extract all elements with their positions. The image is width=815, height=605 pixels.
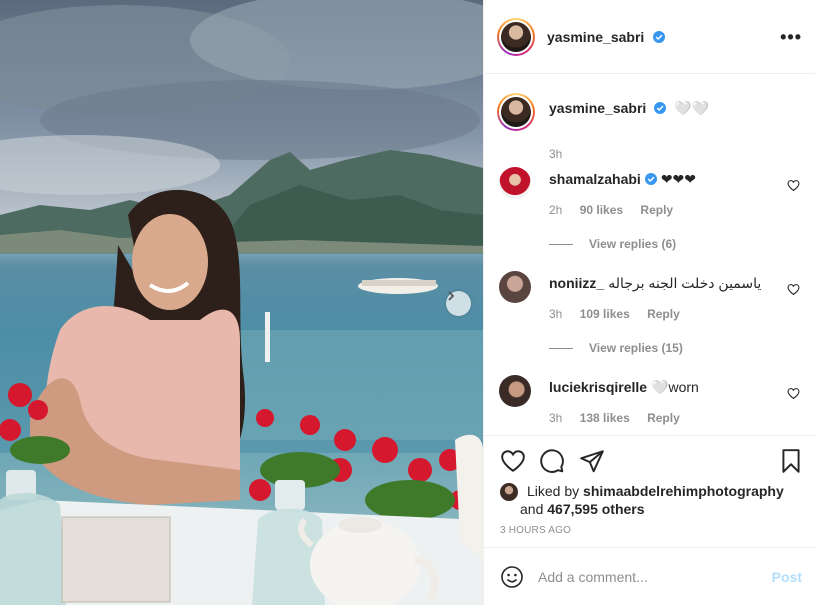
verified-badge-icon (652, 31, 665, 43)
heart-icon[interactable] (500, 448, 526, 474)
more-options-icon[interactable]: ••• (780, 28, 802, 46)
comments-list[interactable]: yasmine_sabri 🤍🤍 3h shamalzahabi ❤❤❤ 2h 9… (484, 75, 815, 435)
comment-avatar[interactable] (499, 271, 531, 303)
verified-badge-icon (644, 173, 657, 185)
post-side-panel: yasmine_sabri ••• yasmine_sabri 🤍🤍 3h sh… (483, 0, 815, 605)
comment-input[interactable] (538, 564, 758, 590)
comment-meta: 2h 90 likes Reply (549, 203, 687, 217)
comment-likes[interactable]: 109 likes (580, 307, 630, 321)
comment-text: 🤍worn (651, 379, 699, 395)
comment-likes[interactable]: 90 likes (580, 203, 623, 217)
comment-meta: 3h 109 likes Reply (549, 307, 694, 321)
caption-text-line: yasmine_sabri 🤍🤍 (549, 100, 709, 117)
comment-meta: 3h 138 likes Reply (549, 411, 694, 425)
comment-bubble-icon[interactable] (539, 448, 565, 474)
photo-scene (0, 0, 483, 605)
author-avatar[interactable] (497, 18, 535, 56)
comment-time[interactable]: 3h (549, 307, 562, 321)
liker-username[interactable]: shimaabdelrehimphotography (583, 483, 784, 499)
view-replies-label: View replies (6) (589, 237, 677, 251)
view-replies-button[interactable]: View replies (6) (549, 237, 676, 251)
comment-time[interactable]: 2h (549, 203, 562, 217)
comment-reply-button[interactable]: Reply (647, 307, 680, 321)
comment-username[interactable]: noniizz_ (549, 275, 604, 291)
liker-avatar[interactable] (500, 483, 518, 501)
comment-like-heart-icon[interactable] (787, 179, 800, 192)
comment-like-heart-icon[interactable] (787, 283, 800, 296)
bookmark-icon[interactable] (778, 448, 804, 474)
smiley-icon[interactable] (500, 565, 524, 589)
comment-reply-button[interactable]: Reply (647, 411, 680, 425)
author-name[interactable]: yasmine_sabri (547, 29, 665, 47)
caption-avatar[interactable] (497, 93, 535, 131)
post-comment-button[interactable]: Post (772, 569, 802, 585)
carousel-next-button[interactable] (446, 291, 471, 316)
comment-text: ياسمين دخلت الجنه برجاله (608, 275, 762, 291)
comment-reply-button[interactable]: Reply (640, 203, 673, 217)
view-replies-button[interactable]: View replies (15) (549, 341, 683, 355)
post-time-ago[interactable]: 3 HOURS AGO (500, 525, 571, 536)
comment-text-line: luciekrisqirelle 🤍worn (549, 379, 699, 396)
post-header: yasmine_sabri ••• (484, 0, 815, 74)
chevron-right-icon (448, 291, 455, 301)
caption-time[interactable]: 3h (549, 147, 562, 161)
liked-by-and: and (520, 501, 544, 517)
post-photo[interactable] (0, 0, 483, 605)
comment-time[interactable]: 3h (549, 411, 562, 425)
liked-by-line: Liked by shimaabdelrehimphotography (527, 482, 784, 500)
liked-by-prefix: Liked by (527, 483, 580, 499)
post-actions: Liked by shimaabdelrehimphotography and … (484, 435, 815, 547)
author-username[interactable]: yasmine_sabri (547, 29, 644, 45)
view-replies-label: View replies (15) (589, 341, 683, 355)
paper-plane-icon[interactable] (579, 448, 605, 474)
verified-badge-icon (654, 102, 667, 114)
comment-text-line: shamalzahabi ❤❤❤ (549, 171, 696, 188)
comment-like-heart-icon[interactable] (787, 387, 800, 400)
comment-username[interactable]: luciekrisqirelle (549, 379, 647, 395)
comment-likes[interactable]: 138 likes (580, 411, 630, 425)
replies-divider-line (549, 244, 573, 246)
add-comment-bar: Post (484, 547, 815, 605)
comment-text: ❤❤❤ (660, 171, 697, 187)
comment-username[interactable]: shamalzahabi (549, 171, 641, 187)
liked-by-count-line: and 467,595 others (520, 500, 645, 518)
caption-username[interactable]: yasmine_sabri (549, 100, 646, 116)
caption-text: 🤍🤍 (674, 100, 709, 116)
comment-avatar[interactable] (499, 375, 531, 407)
replies-divider-line (549, 348, 573, 350)
comment-avatar[interactable] (499, 167, 531, 199)
likes-count[interactable]: 467,595 others (547, 501, 644, 517)
comment-text-line: noniizz_ ياسمين دخلت الجنه برجاله (549, 275, 761, 292)
